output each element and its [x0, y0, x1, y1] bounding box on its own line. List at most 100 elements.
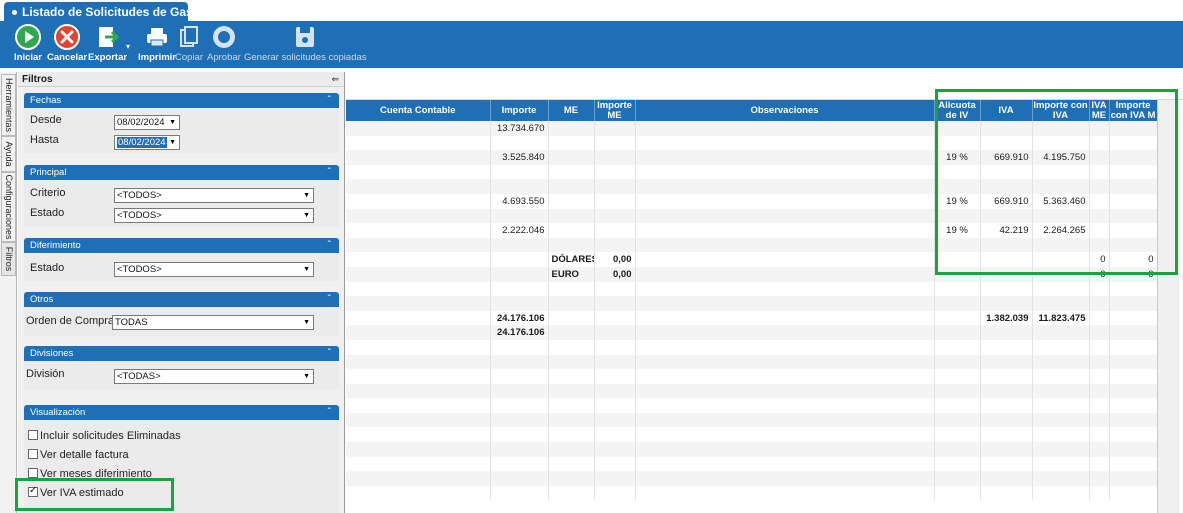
col-header[interactable]: Importe con IVA M [1109, 100, 1158, 121]
iniciar-label: Iniciar [14, 52, 42, 63]
table-row[interactable] [346, 456, 1158, 472]
table-row[interactable] [346, 237, 1158, 253]
vertical-scrollbar[interactable] [1157, 100, 1179, 513]
table-row[interactable] [346, 354, 1158, 370]
ver-meses-diferimiento-checkbox[interactable]: Ver meses diferimiento [28, 468, 152, 478]
table-cell [980, 485, 1033, 501]
pin-icon[interactable]: ⇐ [331, 72, 339, 87]
table-row[interactable]: 3.525.840 19 % 669.910 4.195.750 [346, 150, 1158, 165]
iniciar-button[interactable]: Iniciar [14, 24, 42, 63]
table-row[interactable] [346, 427, 1158, 443]
diferimiento-estado-select[interactable]: <TODOS> ▼ [114, 262, 314, 277]
side-tab-herramientas[interactable]: Herramientas [1, 74, 16, 136]
table-cell: 669.910 [980, 193, 1033, 209]
dropdown-arrow-icon[interactable]: ▼ [303, 209, 310, 222]
table-row[interactable] [346, 208, 1158, 224]
table-cell [490, 354, 549, 370]
printer-icon [147, 28, 167, 47]
checkbox-box[interactable] [28, 468, 38, 478]
table-row[interactable]: 4.693.550 19 % 669.910 5.363.460 [346, 193, 1158, 209]
exportar-button[interactable]: Exportar [88, 24, 127, 63]
checkbox-box[interactable] [28, 449, 38, 459]
collapse-chevron-icon[interactable]: ˆ [328, 292, 331, 307]
checkbox-box-checked[interactable] [28, 485, 38, 497]
table-cell [980, 427, 1033, 443]
orden-compra-select[interactable]: TODAS ▼ [112, 315, 314, 330]
col-header[interactable]: Observaciones [635, 100, 935, 121]
collapse-chevron-icon[interactable]: ˆ [328, 405, 331, 420]
table-row[interactable]: DÓLARES 0,00 0 0 [346, 252, 1158, 267]
table-cell [548, 398, 595, 413]
collapse-chevron-icon[interactable]: ˆ [328, 238, 331, 253]
ver-iva-estimado-checkbox[interactable]: Ver IVA estimado [28, 485, 124, 499]
col-header[interactable]: Importe [490, 100, 549, 121]
group-diferimiento-header[interactable]: Diferimiento ˆ [24, 238, 339, 253]
table-row[interactable]: 24.176.106 1.382.039 11.823.475 [346, 310, 1158, 326]
collapse-chevron-icon[interactable]: ˆ [328, 93, 331, 108]
col-header[interactable]: Importe con IVA [1032, 100, 1090, 121]
group-divisiones-header[interactable]: Divisiones ˆ [24, 346, 339, 361]
table-row[interactable]: 13.734.670 [346, 121, 1158, 136]
table-row[interactable] [346, 471, 1158, 486]
imprimir-button[interactable]: Imprimir [138, 24, 176, 63]
desde-date-input[interactable]: 08/02/2024 ▼ [114, 115, 180, 130]
table-row[interactable] [346, 339, 1158, 355]
criterio-select[interactable]: <TODOS> ▼ [114, 188, 314, 203]
col-header[interactable]: Importe ME [594, 100, 636, 121]
estado-select[interactable]: <TODOS> ▼ [114, 208, 314, 223]
table-row[interactable] [346, 383, 1158, 399]
dropdown-arrow-icon[interactable]: ▼ [303, 263, 310, 276]
col-header[interactable]: Alicuota de IV [934, 100, 981, 121]
group-fechas-header[interactable]: Fechas ˆ [24, 93, 339, 108]
ver-detalle-factura-checkbox[interactable]: Ver detalle factura [28, 449, 129, 461]
generar-button[interactable]: Generar solicitudes copiadas [244, 24, 367, 63]
checkbox-box[interactable] [28, 430, 38, 440]
dropdown-arrow-icon[interactable]: ▼ [169, 136, 176, 149]
hasta-date-input[interactable]: 08/02/2024 ▼ [114, 135, 180, 150]
side-tabs: Herramientas Ayuda Configuraciones Filtr… [0, 72, 17, 513]
table-row[interactable]: 24.176.106 [346, 325, 1158, 340]
cancelar-button[interactable]: Cancelar [47, 24, 87, 63]
table-row[interactable] [346, 398, 1158, 413]
side-tab-filtros[interactable]: Filtros [1, 242, 16, 276]
table-row[interactable] [346, 412, 1158, 428]
col-header[interactable]: IVA [980, 100, 1033, 121]
window-tab[interactable]: Listado de Solicitudes de Gastos [4, 2, 211, 22]
incluir-eliminadas-checkbox[interactable]: Incluir solicitudes Eliminadas [28, 430, 181, 442]
table-row[interactable] [346, 369, 1158, 384]
dropdown-arrow-icon[interactable]: ▼ [303, 316, 310, 329]
aprobar-button[interactable]: Aprobar [207, 24, 241, 63]
side-tab-label: Herramientas [3, 77, 14, 133]
table-cell: 0 [1109, 252, 1158, 267]
group-visualizacion-header[interactable]: Visualización ˆ [24, 405, 339, 420]
table-row[interactable] [346, 442, 1158, 457]
dropdown-arrow-icon[interactable]: ▼ [303, 370, 310, 383]
group-principal-header[interactable]: Principal ˆ [24, 165, 339, 180]
table-row[interactable] [346, 164, 1158, 180]
copiar-button[interactable]: Copiar [175, 24, 203, 63]
desde-value: 08/02/2024 [117, 117, 165, 128]
division-select[interactable]: <TODAS> ▼ [114, 369, 314, 384]
col-header[interactable]: Cuenta Contable [346, 100, 491, 121]
exportar-dropdown-icon[interactable]: ▾ [126, 42, 130, 51]
table-cell [490, 471, 549, 486]
group-otros-header[interactable]: Otros ˆ [24, 292, 339, 307]
side-tab-ayuda[interactable]: Ayuda [1, 136, 16, 172]
table-row[interactable] [346, 296, 1158, 311]
table-row[interactable] [346, 135, 1158, 151]
table-cell [548, 310, 595, 326]
side-tab-configuraciones[interactable]: Configuraciones [1, 172, 16, 242]
table-cell [1032, 471, 1090, 486]
table-row[interactable]: EURO 0,00 0 0 [346, 266, 1158, 282]
table-row[interactable] [346, 485, 1158, 501]
results-table[interactable]: Cuenta Contable Importe ME Importe ME Ob… [346, 100, 1158, 501]
table-row[interactable]: 2.222.046 19 % 42.219 2.264.265 [346, 223, 1158, 238]
dropdown-arrow-icon[interactable]: ▼ [169, 116, 176, 129]
table-row[interactable] [346, 281, 1158, 297]
col-header[interactable]: ME [548, 100, 595, 121]
col-header[interactable]: IVA ME [1089, 100, 1110, 121]
collapse-chevron-icon[interactable]: ˆ [328, 165, 331, 180]
table-row[interactable] [346, 179, 1158, 194]
dropdown-arrow-icon[interactable]: ▼ [303, 189, 310, 202]
collapse-chevron-icon[interactable]: ˆ [328, 346, 331, 361]
